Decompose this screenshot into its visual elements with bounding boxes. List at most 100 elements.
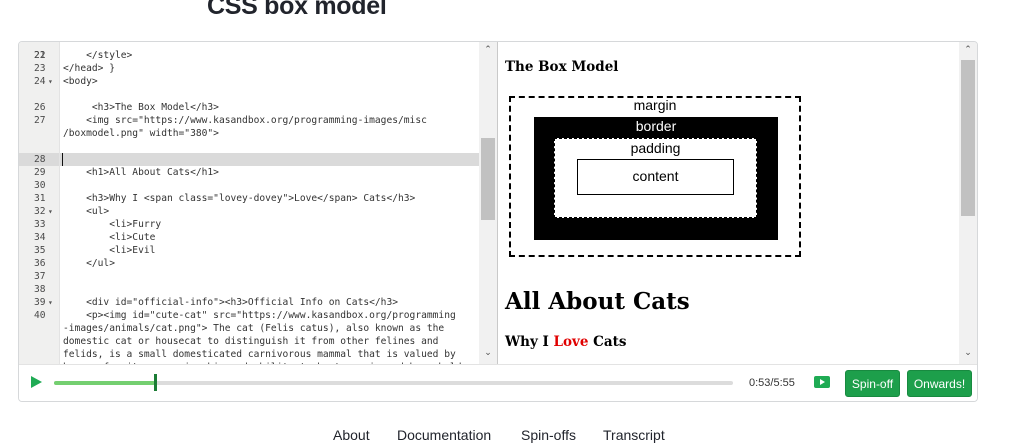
code-text: felids, is a small domesticated carnivor… bbox=[63, 349, 456, 360]
code-text: <img src="https://www.kasandbox.org/prog… bbox=[63, 115, 427, 126]
code-line: felids, is a small domesticated carnivor… bbox=[19, 348, 481, 361]
fold-toggle-icon[interactable]: ▾ bbox=[48, 205, 53, 218]
code-line: 21 } bbox=[19, 42, 481, 74]
preview-heading-box-model: The Box Model bbox=[505, 59, 619, 75]
code-text: <h1>All About Cats</h1> bbox=[63, 167, 219, 178]
preview-scrollbar-thumb[interactable] bbox=[961, 60, 975, 216]
line-number: 37 bbox=[34, 271, 46, 282]
diagram-border-label: border bbox=[635, 118, 677, 134]
line-number bbox=[19, 127, 59, 140]
code-line: -images/animals/cat.png"> The cat (Felis… bbox=[19, 322, 481, 335]
code-text: </style> bbox=[63, 50, 133, 61]
code-line: 24 ▾ <body> bbox=[19, 75, 481, 88]
output-preview[interactable]: The Box Model margin border padding cont… bbox=[498, 42, 959, 364]
code-line: 26 <h3>The Box Model</h3> bbox=[19, 101, 481, 114]
code-line: 29 <h1>All About Cats</h1> bbox=[19, 166, 481, 179]
line-number: 23 bbox=[34, 63, 46, 74]
code-line: 23 </head> bbox=[19, 62, 481, 75]
code-line: domestic cat or housecat to distinguish … bbox=[19, 335, 481, 348]
code-text bbox=[60, 153, 481, 166]
fold-toggle-icon[interactable]: ▾ bbox=[48, 75, 53, 88]
code-line bbox=[19, 140, 481, 153]
footer-link-transcript[interactable]: Transcript bbox=[603, 427, 665, 443]
code-line: /boxmodel.png" width="380"> bbox=[19, 127, 481, 140]
line-number: 22 bbox=[34, 50, 46, 61]
line-number bbox=[19, 88, 59, 101]
line-number: 26 bbox=[34, 102, 46, 113]
editor-scroll-down-icon[interactable]: ⌄ bbox=[479, 348, 497, 358]
play-icon[interactable] bbox=[31, 376, 42, 388]
line-number bbox=[19, 335, 59, 348]
code-line: 32 ▾ <ul> bbox=[19, 205, 481, 218]
line-number: 36 bbox=[34, 258, 46, 269]
code-text: <li>Cute bbox=[63, 232, 156, 243]
code-text: <li>Evil bbox=[63, 245, 156, 256]
line-number bbox=[19, 322, 59, 335]
spin-off-button[interactable]: Spin-off bbox=[845, 370, 900, 397]
line-number: 24 bbox=[34, 76, 46, 87]
line-number: 32 bbox=[34, 206, 46, 217]
preview-scroll-up-icon[interactable]: ⌃ bbox=[959, 45, 977, 55]
line-number: 27 bbox=[34, 115, 46, 126]
line-number: 33 bbox=[34, 219, 46, 230]
line-number: 39 bbox=[34, 297, 46, 308]
preview-scroll-down-icon[interactable]: ⌄ bbox=[959, 348, 977, 358]
line-number: 29 bbox=[34, 167, 46, 178]
code-line: 37 bbox=[19, 270, 481, 283]
footer-link-spin-offs[interactable]: Spin-offs bbox=[521, 427, 576, 443]
diagram-content-label: content bbox=[632, 168, 679, 184]
code-text: <ul> bbox=[63, 206, 110, 217]
code-text: </ul> bbox=[63, 258, 115, 269]
code-line: 36 </ul> bbox=[19, 257, 481, 270]
code-line bbox=[19, 88, 481, 101]
code-text: <p><img id="cute-cat" src="https://www.k… bbox=[63, 310, 456, 321]
code-text: <body> bbox=[63, 76, 98, 87]
lovey-dovey-span: Love bbox=[553, 334, 589, 350]
line-number bbox=[19, 140, 59, 153]
diagram-margin-label: margin bbox=[633, 97, 677, 113]
code-text: <h3>Why I <span class="lovey-dovey">Love… bbox=[63, 193, 416, 204]
progress-fill bbox=[54, 381, 156, 385]
line-number: 30 bbox=[34, 180, 46, 191]
code-text: <h3>The Box Model</h3> bbox=[63, 102, 219, 113]
code-line: 35 <li>Evil bbox=[19, 244, 481, 257]
code-line: 30 bbox=[19, 179, 481, 192]
line-number: 28 bbox=[19, 153, 59, 166]
line-number: 31 bbox=[34, 193, 46, 204]
code-line: 28 bbox=[19, 153, 481, 166]
video-icon[interactable] bbox=[814, 376, 830, 388]
code-line: 22 </style> bbox=[19, 49, 481, 62]
code-text: <div id="official-info"><h3>Official Inf… bbox=[63, 297, 399, 308]
diagram-padding-label: padding bbox=[630, 140, 681, 156]
code-line: 39 ▾ <div id="official-info"><h3>Official… bbox=[19, 296, 481, 309]
footer-link-documentation[interactable]: Documentation bbox=[397, 427, 491, 443]
line-number: 40 bbox=[34, 310, 46, 321]
text-cursor bbox=[62, 153, 63, 166]
code-line: 33 <li>Furry bbox=[19, 218, 481, 231]
onwards-button[interactable]: Onwards! bbox=[907, 370, 972, 397]
progress-scrub-handle[interactable] bbox=[154, 374, 158, 391]
line-number: 35 bbox=[34, 245, 46, 256]
program-panel: 21 } 22 </style> 23 </head> 24 ▾ <body> 26 <h3… bbox=[18, 41, 978, 402]
playback-controls: 0:53/5:55 Spin-off Onwards! bbox=[19, 364, 977, 401]
code-editor[interactable]: 21 } 22 </style> 23 </head> 24 ▾ <body> 26 <h3… bbox=[19, 42, 497, 364]
footer-link-about[interactable]: About bbox=[333, 427, 370, 443]
editor-scrollbar-thumb[interactable] bbox=[481, 138, 495, 220]
code-line: 31 <h3>Why I <span class="lovey-dovey">L… bbox=[19, 192, 481, 205]
code-text: /boxmodel.png" width="380"> bbox=[63, 128, 219, 139]
page-title: CSS box model bbox=[207, 0, 387, 20]
line-number bbox=[19, 348, 59, 361]
code-text: </head> bbox=[63, 63, 104, 74]
editor-scroll-up-icon[interactable]: ⌃ bbox=[479, 45, 497, 55]
code-text: -images/animals/cat.png"> The cat (Felis… bbox=[63, 323, 445, 334]
playback-time: 0:53/5:55 bbox=[749, 377, 795, 389]
code-text: <li>Furry bbox=[63, 219, 162, 230]
code-text: domestic cat or housecat to distinguish … bbox=[63, 336, 439, 347]
code-line: 38 bbox=[19, 283, 481, 296]
fold-toggle-icon[interactable]: ▾ bbox=[48, 296, 53, 309]
line-number: 34 bbox=[34, 232, 46, 243]
